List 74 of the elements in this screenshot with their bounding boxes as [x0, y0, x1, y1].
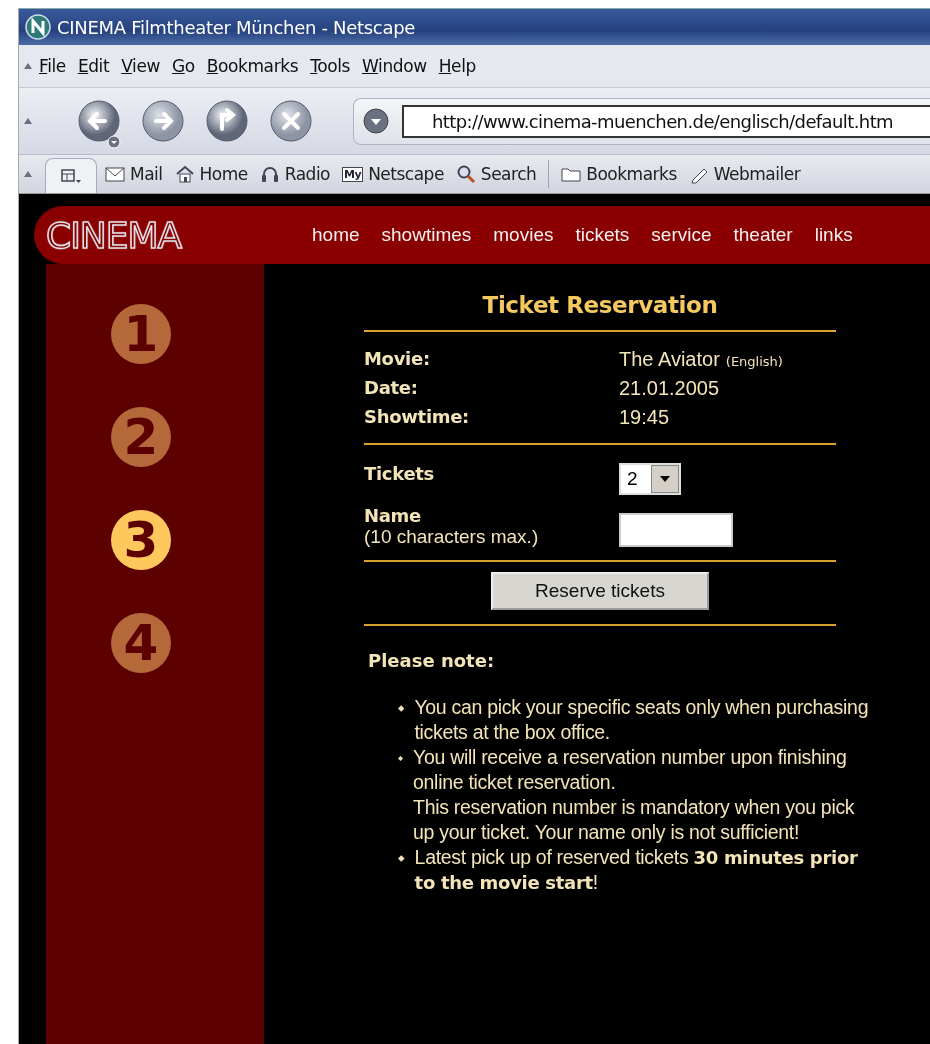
step-badge: 1: [111, 304, 171, 364]
step-badge: 3: [111, 510, 171, 570]
nav-link[interactable]: theater: [722, 224, 804, 246]
link-label: Webmailer: [713, 164, 801, 184]
toolbar-link[interactable]: Search: [451, 162, 541, 186]
name-input-field[interactable]: [619, 513, 733, 547]
bullet-icon: [398, 704, 405, 713]
dropdown-arrow-icon: [660, 476, 670, 482]
sidebar-icon[interactable]: [60, 167, 82, 185]
window-title: CINEMA Filmtheater München - Netscape: [57, 16, 416, 38]
nav-link[interactable]: movies: [482, 224, 565, 246]
toolbar-link[interactable]: Home: [170, 162, 252, 186]
field-hint: (10 characters max.): [364, 526, 540, 548]
detail-label: Showtime:: [364, 406, 470, 429]
address-field[interactable]: http://www.cinema-muenchen.de/englisch/default.htm: [402, 104, 930, 138]
grip-icon: [23, 117, 33, 125]
detail-label: Date:: [364, 377, 419, 400]
my-badge: My: [342, 166, 364, 182]
grip-icon: [23, 170, 33, 178]
link-label: Search: [480, 164, 537, 184]
search-icon: [455, 164, 476, 184]
detail-label: Movie:: [364, 348, 431, 371]
toolbar-link[interactable]: Bookmarks: [557, 162, 681, 186]
nav-link[interactable]: service: [640, 224, 723, 246]
link-label: Radio: [284, 164, 330, 184]
notes-heading: Please note:: [368, 650, 496, 671]
forward-button[interactable]: [141, 99, 185, 143]
menu-item[interactable]: File: [33, 54, 72, 78]
step-badge: 2: [111, 407, 171, 467]
detail-value: 19:45: [619, 406, 670, 429]
link-label: Netscape: [368, 164, 444, 184]
site-logo[interactable]: CINEMA: [44, 214, 301, 256]
field-label: Tickets: [364, 463, 436, 486]
bullet-icon: [398, 854, 405, 863]
bullet-icon: [398, 754, 404, 763]
language-note: (English): [725, 354, 783, 369]
toolbar-link[interactable]: Webmailer: [684, 162, 805, 186]
headphones-icon: [259, 164, 280, 184]
tickets-dropdown[interactable]: 2: [619, 463, 681, 495]
nav-link[interactable]: showtimes: [370, 224, 483, 246]
menu-item[interactable]: Tools: [304, 54, 357, 78]
nav-link[interactable]: links: [803, 224, 864, 246]
toolbar-link[interactable]: My Netscape: [338, 162, 448, 186]
stop-button[interactable]: [269, 99, 313, 143]
note-text: You can pick your specific seats only when purchasing tickets at the box office.: [414, 695, 870, 745]
mail-icon: [105, 164, 125, 184]
menu-item[interactable]: Go: [165, 54, 201, 78]
menu-item[interactable]: Bookmarks: [200, 54, 305, 78]
note-text: You will receive a reservation number upon finishing online ticket reservation.: [413, 745, 848, 795]
link-label: Bookmarks: [586, 164, 677, 184]
note-text: This reservation number is mandatory when you pick up your ticket. Your name only is not sufficient!: [413, 795, 856, 845]
back-button[interactable]: [77, 99, 121, 143]
menu-item[interactable]: Help: [432, 54, 482, 78]
note-text: Latest pick up of reserved tickets 30 minutes prior to the movie start!: [414, 845, 859, 895]
nav-link[interactable]: home: [301, 224, 371, 246]
menu-item[interactable]: View: [115, 54, 166, 78]
nav-link[interactable]: tickets: [564, 224, 641, 246]
step-badge: 4: [111, 613, 171, 673]
menu-item[interactable]: Window: [356, 54, 433, 78]
link-label: Mail: [130, 164, 163, 184]
dropdown-icon[interactable]: [362, 107, 390, 135]
reload-button[interactable]: [205, 99, 249, 143]
detail-value: The Aviator: [619, 348, 720, 371]
toolbar-link[interactable]: Mail: [101, 162, 167, 186]
toolbar-link[interactable]: Radio: [255, 162, 334, 186]
link-label: Home: [199, 164, 248, 184]
field-label: Name: [364, 505, 421, 526]
home-icon: [174, 164, 195, 184]
menu-item[interactable]: Edit: [71, 54, 116, 78]
detail-value: 21.01.2005: [619, 377, 720, 400]
app-logo-icon: [25, 14, 51, 40]
reserve-button[interactable]: Reserve tickets: [491, 572, 709, 610]
grip-icon: [23, 62, 33, 70]
form-title: Ticket Reservation: [481, 292, 719, 320]
